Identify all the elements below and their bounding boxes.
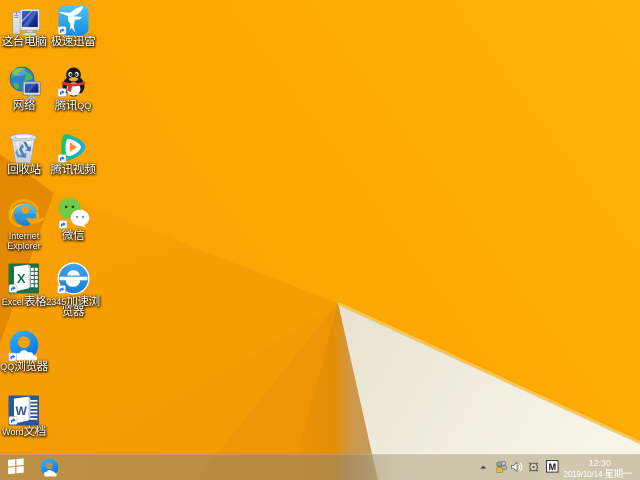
svg-text:X: X xyxy=(17,271,26,286)
svg-text:M: M xyxy=(549,462,557,472)
svg-text:W: W xyxy=(16,404,28,418)
